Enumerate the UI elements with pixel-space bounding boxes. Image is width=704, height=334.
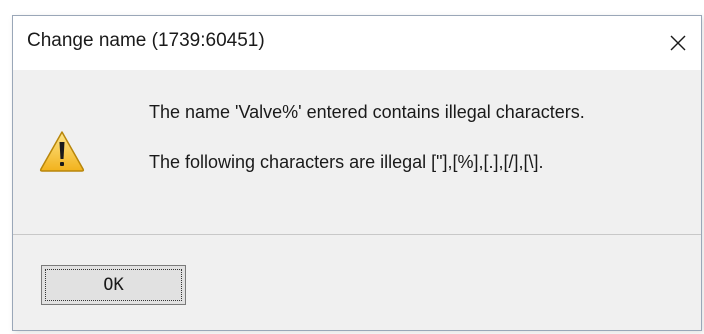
close-button[interactable] xyxy=(655,16,701,70)
ok-button[interactable]: OK xyxy=(41,265,186,305)
change-name-dialog: Change name (1739:60451) The name 'Valve… xyxy=(12,15,702,331)
dialog-titlebar[interactable]: Change name (1739:60451) xyxy=(13,16,701,70)
error-message: The name 'Valve%' entered contains illeg… xyxy=(149,102,585,122)
close-icon xyxy=(670,35,686,51)
dialog-title: Change name (1739:60451) xyxy=(27,30,265,51)
ok-button-label: OK xyxy=(45,269,182,301)
illegal-characters-message: The following characters are illegal ["]… xyxy=(149,152,544,172)
dialog-content: The name 'Valve%' entered contains illeg… xyxy=(13,70,701,234)
dialog-footer: OK xyxy=(13,235,701,330)
warning-icon xyxy=(39,131,85,172)
